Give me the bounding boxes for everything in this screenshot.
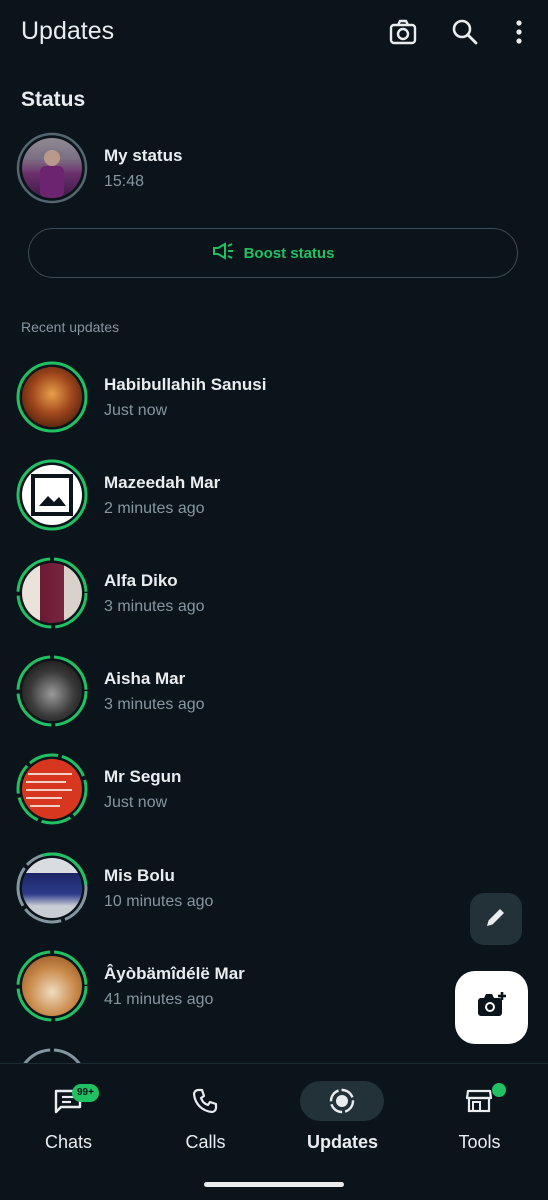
nav-item-calls[interactable]: Calls — [137, 1064, 274, 1174]
status-time: 41 minutes ago — [104, 991, 214, 1008]
status-row[interactable]: Mr Segun Just now — [0, 753, 548, 843]
nav-label-tools: Tools — [458, 1132, 501, 1152]
nav-item-tools[interactable]: Tools — [411, 1064, 548, 1174]
status-row[interactable]: Habibullahih Sanusi Just now — [0, 361, 548, 451]
status-time: 10 minutes ago — [104, 893, 214, 910]
status-time: 2 minutes ago — [104, 500, 205, 517]
image-placeholder-icon — [31, 474, 73, 516]
status-row[interactable]: Mis Bolu 10 minutes ago — [0, 852, 548, 942]
status-time: Just now — [104, 402, 168, 419]
recent-updates-label: Recent updates — [21, 319, 120, 335]
bottom-navigation: 99+ Chats Calls Updates Tools — [0, 1063, 548, 1200]
unread-count-badge: 99+ — [72, 1084, 99, 1102]
phone-icon — [163, 1081, 247, 1121]
search-icon[interactable] — [449, 16, 481, 48]
my-status-name: My status — [104, 146, 183, 165]
my-status-time: 15:48 — [104, 173, 145, 190]
status-name: Mazeedah Mar — [104, 473, 221, 492]
page-title: Updates — [21, 17, 115, 45]
nav-label-calls: Calls — [185, 1132, 226, 1152]
status-section-title: Status — [21, 88, 86, 111]
status-row[interactable]: Mazeedah Mar 2 minutes ago — [0, 459, 548, 549]
nav-label-chats: Chats — [44, 1132, 93, 1152]
status-name: Aisha Mar — [104, 669, 186, 688]
avatar — [16, 852, 88, 924]
avatar — [16, 132, 88, 204]
avatar — [16, 361, 88, 433]
notification-dot — [492, 1083, 506, 1097]
new-text-status-button[interactable] — [470, 893, 522, 945]
status-time: Just now — [104, 794, 168, 811]
top-app-bar: Updates — [0, 0, 548, 66]
status-name: Alfa Diko — [104, 571, 178, 590]
updates-icon — [300, 1081, 384, 1121]
megaphone-icon — [212, 241, 234, 265]
status-name: Habibullahih Sanusi — [104, 375, 267, 394]
nav-label-updates: Updates — [306, 1132, 378, 1152]
add-status-camera-button[interactable] — [455, 971, 528, 1044]
avatar — [16, 655, 88, 727]
my-status-row[interactable]: My status 15:48 — [0, 132, 548, 222]
pencil-icon — [484, 905, 508, 934]
camera-icon[interactable] — [387, 16, 419, 48]
status-time: 3 minutes ago — [104, 598, 205, 615]
avatar — [16, 950, 88, 1022]
avatar — [16, 557, 88, 629]
avatar — [16, 753, 88, 825]
status-name: Âyòbämîdélë Mar — [104, 964, 245, 983]
boost-status-label: Boost status — [243, 244, 335, 262]
nav-item-chats[interactable]: 99+ Chats — [0, 1064, 137, 1174]
avatar — [16, 1048, 88, 1064]
status-time: 3 minutes ago — [104, 696, 205, 713]
status-row[interactable]: Aisha Mar 3 minutes ago — [0, 655, 548, 745]
boost-status-button[interactable]: Boost status — [28, 228, 518, 278]
gesture-home-bar[interactable] — [204, 1182, 344, 1187]
nav-item-updates[interactable]: Updates — [274, 1064, 411, 1174]
more-vertical-icon[interactable] — [503, 16, 535, 48]
status-row[interactable]: Alfa Diko 3 minutes ago — [0, 557, 548, 647]
status-name: Mr Segun — [104, 767, 182, 786]
storefront-icon — [437, 1081, 521, 1121]
status-name: Mis Bolu — [104, 866, 175, 885]
avatar — [16, 459, 88, 531]
camera-plus-icon — [476, 990, 508, 1025]
